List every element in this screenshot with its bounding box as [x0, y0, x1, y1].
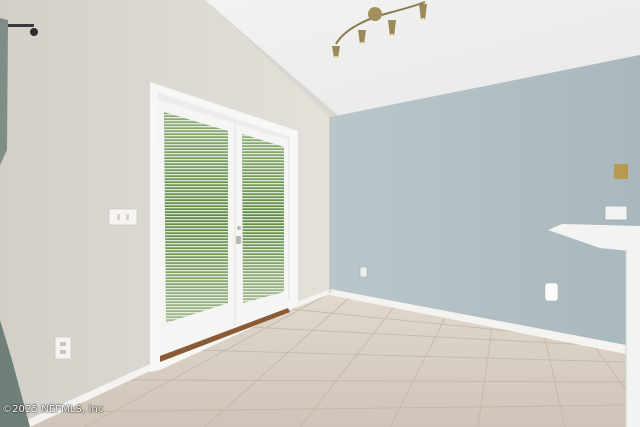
light-switch-plate [108, 208, 138, 226]
room-illustration [0, 0, 640, 427]
right-door-blinds [242, 134, 284, 303]
door-lock [237, 226, 241, 230]
room-photo: ©2025 NEFMLS, Inc [0, 0, 640, 427]
door-handle-left [236, 236, 241, 244]
outlet-left [54, 336, 72, 360]
curtain [0, 18, 8, 165]
track-light-base [368, 7, 382, 21]
brass-plate [614, 164, 628, 179]
outlet-right-low [359, 266, 368, 278]
left-door-blinds [164, 112, 228, 323]
light-switch-toggle-2 [126, 214, 129, 220]
light-switch-toggle [117, 214, 120, 220]
switch-right [604, 205, 628, 221]
copyright-watermark: ©2025 NEFMLS, Inc [2, 404, 104, 415]
plug-in-device [544, 282, 559, 302]
counter-post [626, 250, 640, 427]
